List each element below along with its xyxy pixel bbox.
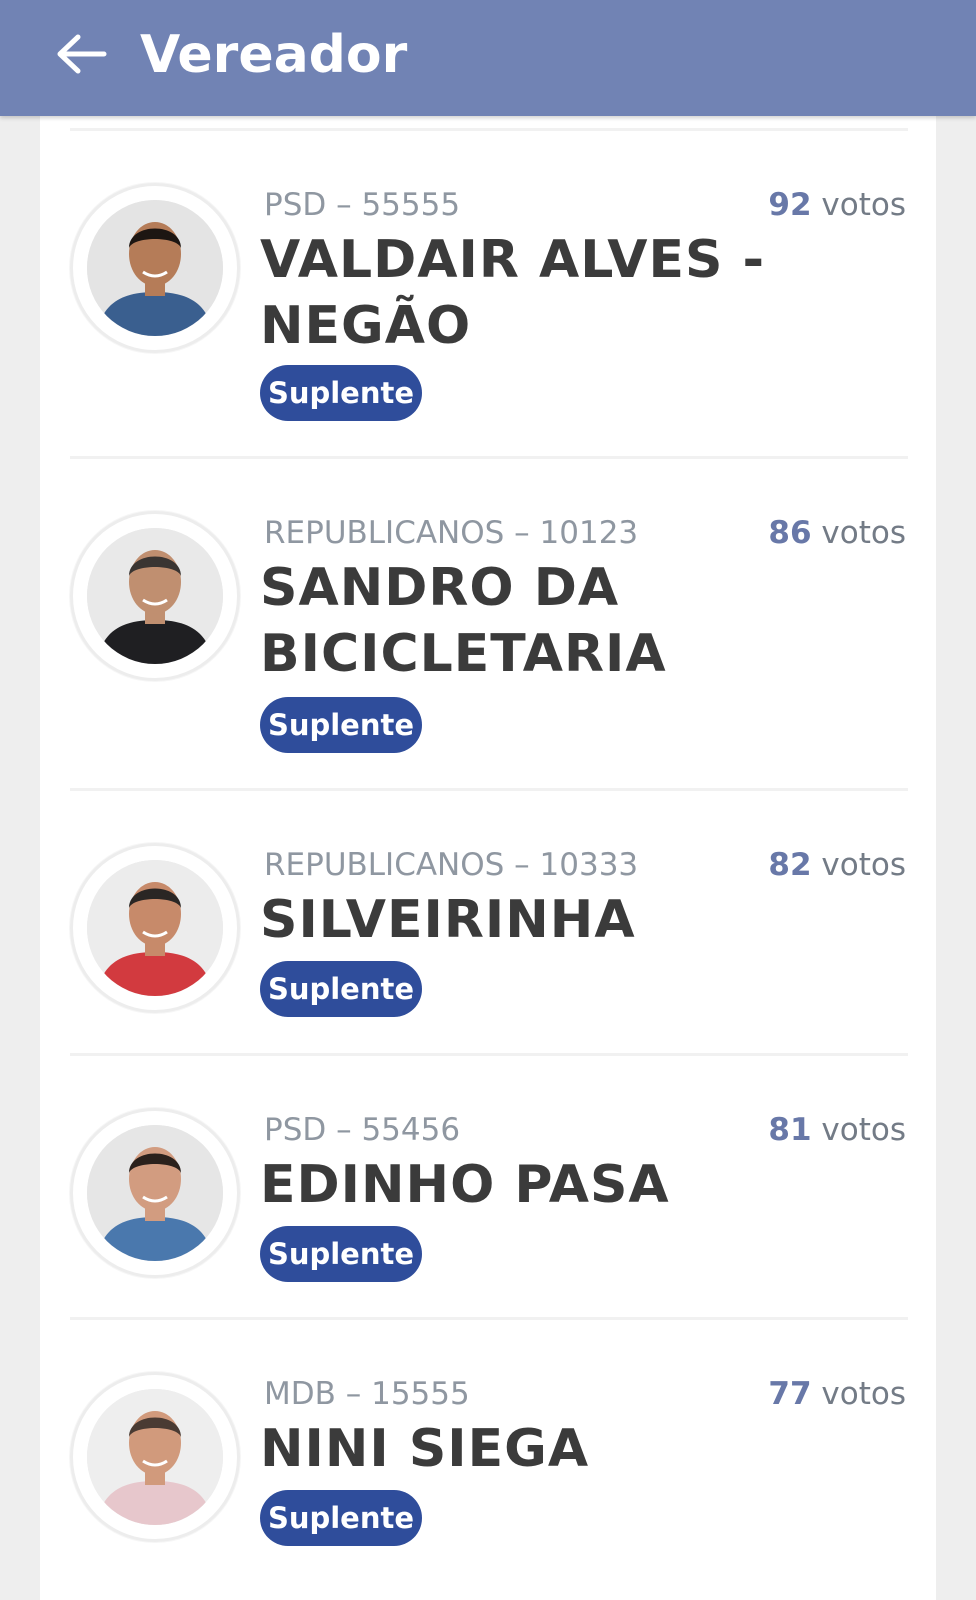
- vote-count: 81 votos: [768, 1110, 906, 1150]
- status-badge: Suplente: [260, 961, 422, 1017]
- avatar: [70, 1108, 240, 1278]
- candidate-name: VALDAIR ALVES - NEGÃO: [260, 230, 766, 356]
- vote-unit: votos: [821, 847, 906, 883]
- vote-unit: votos: [821, 515, 906, 551]
- candidate-photo: [87, 528, 223, 664]
- vote-unit: votos: [821, 187, 906, 223]
- arrow-left-icon: [57, 34, 107, 74]
- vote-unit: votos: [821, 1376, 906, 1412]
- candidate-name: NINI SIEGA: [260, 1419, 590, 1479]
- candidate-card[interactable]: REPUBLICANOS – 10123 86 votos SANDRO DA …: [40, 459, 936, 791]
- candidate-list: PSD – 55555 92 votos VALDAIR ALVES - NEG…: [40, 116, 936, 1600]
- vote-count: 92 votos: [768, 185, 906, 225]
- vote-number: 77: [768, 1376, 812, 1412]
- page-title: Vereador: [140, 25, 408, 85]
- vote-number: 86: [768, 515, 812, 551]
- status-badge: Suplente: [260, 1226, 422, 1282]
- party-number: REPUBLICANOS – 10123: [264, 515, 639, 551]
- candidate-card[interactable]: PSD – 55456 81 votos EDINHO PASA Suplent…: [40, 1056, 936, 1320]
- candidate-card[interactable]: PSD – 55555 92 votos VALDAIR ALVES - NEG…: [40, 131, 936, 459]
- vote-unit: votos: [821, 1112, 906, 1148]
- candidate-photo: [87, 200, 223, 336]
- candidate-photo: [87, 860, 223, 996]
- avatar: [70, 843, 240, 1013]
- candidate-name: SILVEIRINHA: [260, 890, 636, 950]
- candidate-card[interactable]: MDB – 15555 77 votos NINI SIEGA Suplente: [40, 1320, 936, 1600]
- vote-count: 77 votos: [768, 1374, 906, 1414]
- back-button[interactable]: [50, 24, 114, 84]
- party-number: PSD – 55456: [264, 1112, 461, 1148]
- vote-count: 82 votos: [768, 845, 906, 885]
- party-number: PSD – 55555: [264, 187, 461, 223]
- vote-count: 86 votos: [768, 513, 906, 553]
- vote-number: 92: [768, 187, 812, 223]
- candidate-name: SANDRO DA BICICLETARIA: [260, 558, 667, 684]
- status-badge: Suplente: [260, 365, 422, 421]
- app-bar: Vereador: [0, 0, 976, 116]
- avatar: [70, 511, 240, 681]
- status-badge: Suplente: [260, 697, 422, 753]
- avatar: [70, 1372, 240, 1542]
- candidate-name: EDINHO PASA: [260, 1155, 670, 1215]
- avatar: [70, 183, 240, 353]
- candidate-card[interactable]: REPUBLICANOS – 10333 82 votos SILVEIRINH…: [40, 791, 936, 1056]
- vote-number: 81: [768, 1112, 812, 1148]
- candidate-photo: [87, 1389, 223, 1525]
- party-number: MDB – 15555: [264, 1376, 470, 1412]
- status-badge: Suplente: [260, 1490, 422, 1546]
- party-number: REPUBLICANOS – 10333: [264, 847, 639, 883]
- candidate-photo: [87, 1125, 223, 1261]
- vote-number: 82: [768, 847, 812, 883]
